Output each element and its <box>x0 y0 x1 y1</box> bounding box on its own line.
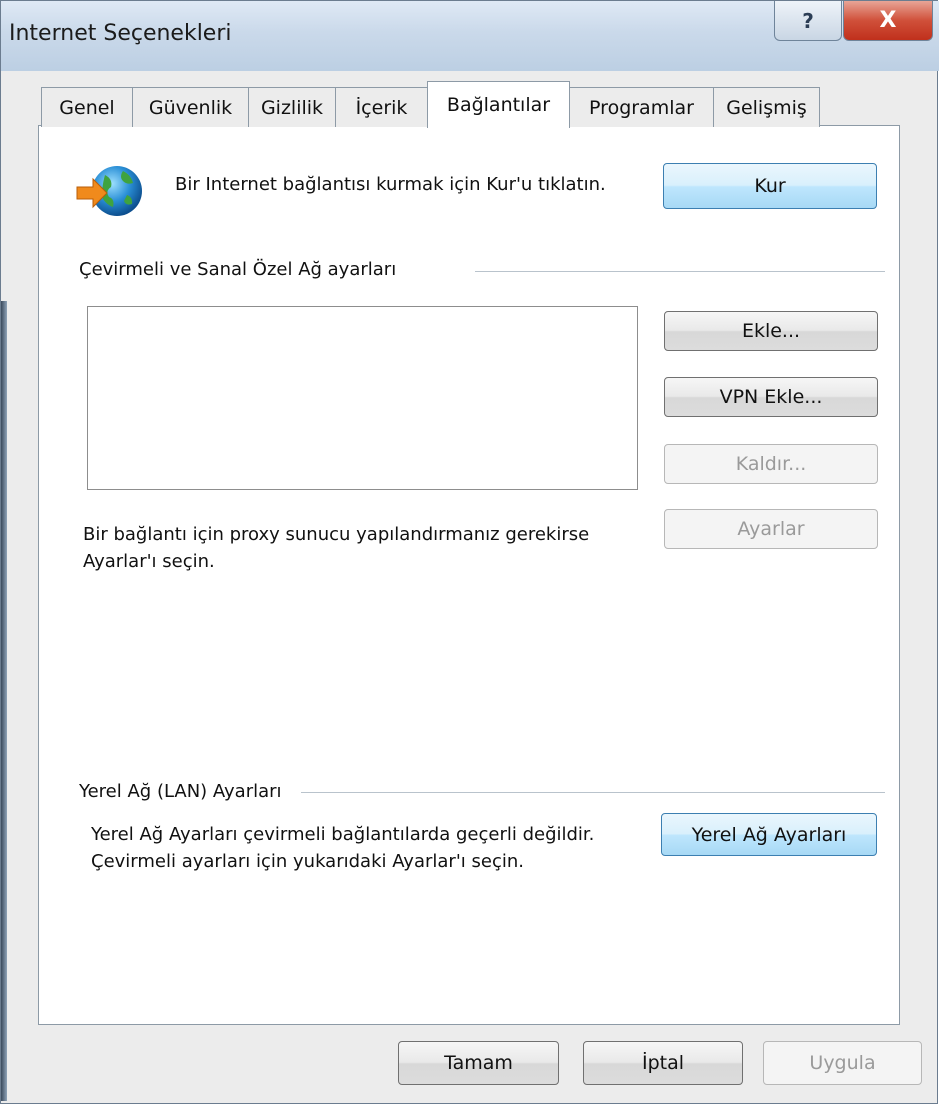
tab-content[interactable]: İçerik <box>335 87 428 127</box>
ok-button[interactable]: Tamam <box>398 1041 559 1085</box>
add-button[interactable]: Ekle... <box>664 311 878 351</box>
globe-arrow-icon <box>75 161 145 221</box>
tab-strip: Genel Güvenlik Gizlilik İçerik Bağlantıl… <box>41 81 820 128</box>
apply-button[interactable]: Uygula <box>763 1041 922 1085</box>
setup-button[interactable]: Kur <box>663 163 877 209</box>
tab-security[interactable]: Güvenlik <box>132 87 249 127</box>
dialup-section-heading: Çevirmeli ve Sanal Özel Ağ ayarları <box>79 259 397 280</box>
help-button[interactable]: ? <box>774 1 842 41</box>
proxy-description: Bir bağlantı için proxy sunucu yapılandı… <box>83 524 590 572</box>
internet-options-dialog: Internet Seçenekleri ? X Genel Güvenlik … <box>0 0 939 1104</box>
tab-connections[interactable]: Bağlantılar <box>427 81 570 128</box>
lan-separator <box>301 792 885 793</box>
add-vpn-button[interactable]: VPN Ekle... <box>664 377 878 417</box>
tab-general[interactable]: Genel <box>41 87 133 127</box>
lan-description: Yerel Ağ Ayarları çevirmeli bağlantılard… <box>91 824 595 872</box>
connections-list[interactable] <box>87 306 638 490</box>
help-icon: ? <box>802 8 814 33</box>
lan-settings-button[interactable]: Yerel Ağ Ayarları <box>661 813 877 856</box>
window-edge <box>1 301 7 1101</box>
cancel-button[interactable]: İptal <box>583 1041 743 1085</box>
remove-button[interactable]: Kaldır... <box>664 444 878 484</box>
tab-programs[interactable]: Programlar <box>569 87 714 127</box>
window-title: Internet Seçenekleri <box>9 21 232 46</box>
close-icon: X <box>879 8 897 33</box>
setup-description: Bir Internet bağlantısı kurmak için Kur'… <box>175 174 606 195</box>
dialup-separator <box>475 271 885 272</box>
title-bar[interactable]: Internet Seçenekleri ? X <box>1 1 939 71</box>
tab-advanced[interactable]: Gelişmiş <box>713 87 820 127</box>
tab-privacy[interactable]: Gizlilik <box>248 87 336 127</box>
lan-section-heading: Yerel Ağ (LAN) Ayarları <box>79 781 282 802</box>
close-button[interactable]: X <box>843 1 933 41</box>
dialup-settings-button[interactable]: Ayarlar <box>664 509 878 549</box>
